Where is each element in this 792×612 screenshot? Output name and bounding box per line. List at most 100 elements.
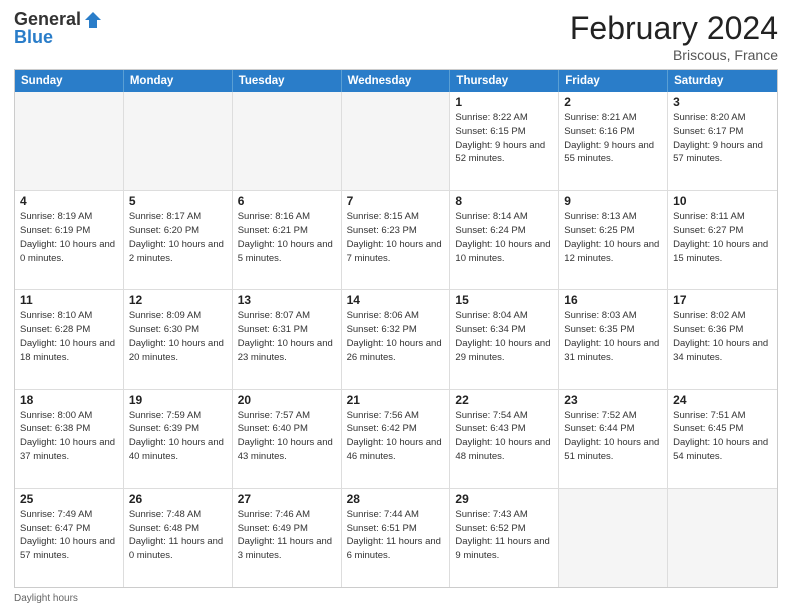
calendar-cell: 26 Sunrise: 7:48 AM Sunset: 6:48 PM Dayli… bbox=[124, 489, 233, 587]
day-info: Sunrise: 7:51 AM Sunset: 6:45 PM Dayligh… bbox=[673, 409, 772, 464]
day-number: 13 bbox=[238, 293, 336, 307]
day-number: 11 bbox=[20, 293, 118, 307]
day-info: Sunrise: 8:15 AM Sunset: 6:23 PM Dayligh… bbox=[347, 210, 445, 265]
day-info: Sunrise: 7:49 AM Sunset: 6:47 PM Dayligh… bbox=[20, 508, 118, 563]
calendar-cell: 5Sunrise: 8:17 AM Sunset: 6:20 PM Daylig… bbox=[124, 191, 233, 289]
day-number: 27 bbox=[238, 492, 336, 506]
calendar-cell: 23 Sunrise: 7:52 AM Sunset: 6:44 PM Dayli… bbox=[559, 390, 668, 488]
day-number: 12 bbox=[129, 293, 227, 307]
calendar-cell: 2Sunrise: 8:21 AM Sunset: 6:16 PM Daylig… bbox=[559, 92, 668, 190]
day-info: Sunrise: 8:10 AM Sunset: 6:28 PM Dayligh… bbox=[20, 309, 118, 364]
calendar-cell bbox=[233, 92, 342, 190]
day-number: 2 bbox=[564, 95, 662, 109]
day-info: Sunrise: 7:56 AM Sunset: 6:42 PM Dayligh… bbox=[347, 409, 445, 464]
day-number: 10 bbox=[673, 194, 772, 208]
calendar-cell: 16 Sunrise: 8:03 AM Sunset: 6:35 PM Dayli… bbox=[559, 290, 668, 388]
calendar-cell: 20 Sunrise: 7:57 AM Sunset: 6:40 PM Dayli… bbox=[233, 390, 342, 488]
calendar-cell bbox=[124, 92, 233, 190]
day-info: Sunrise: 8:13 AM Sunset: 6:25 PM Dayligh… bbox=[564, 210, 662, 265]
day-info: Sunrise: 7:46 AM Sunset: 6:49 PM Dayligh… bbox=[238, 508, 336, 563]
day-number: 15 bbox=[455, 293, 553, 307]
title-location: Briscous, France bbox=[570, 47, 778, 63]
calendar-row: 25 Sunrise: 7:49 AM Sunset: 6:47 PM Dayli… bbox=[15, 488, 777, 587]
calendar-cell: 19Sunrise: 7:59 AM Sunset: 6:39 PM Dayli… bbox=[124, 390, 233, 488]
calendar-row: 1 Sunrise: 8:22 AM Sunset: 6:15 PM Daylig… bbox=[15, 92, 777, 190]
calendar-cell: 3Sunrise: 8:20 AM Sunset: 6:17 PM Daylig… bbox=[668, 92, 777, 190]
logo-blue: Blue bbox=[14, 28, 103, 48]
day-info: Sunrise: 8:07 AM Sunset: 6:31 PM Dayligh… bbox=[238, 309, 336, 364]
day-info: Sunrise: 7:44 AM Sunset: 6:51 PM Dayligh… bbox=[347, 508, 445, 563]
day-number: 20 bbox=[238, 393, 336, 407]
day-info: Sunrise: 7:57 AM Sunset: 6:40 PM Dayligh… bbox=[238, 409, 336, 464]
calendar-row: 18 Sunrise: 8:00 AM Sunset: 6:38 PM Dayli… bbox=[15, 389, 777, 488]
day-info: Sunrise: 8:16 AM Sunset: 6:21 PM Dayligh… bbox=[238, 210, 336, 265]
title-block: February 2024 Briscous, France bbox=[570, 10, 778, 63]
calendar-cell: 7 Sunrise: 8:15 AM Sunset: 6:23 PM Daylig… bbox=[342, 191, 451, 289]
day-number: 25 bbox=[20, 492, 118, 506]
day-number: 21 bbox=[347, 393, 445, 407]
calendar-cell: 4 Sunrise: 8:19 AM Sunset: 6:19 PM Daylig… bbox=[15, 191, 124, 289]
calendar-cell bbox=[668, 489, 777, 587]
day-number: 29 bbox=[455, 492, 553, 506]
day-number: 16 bbox=[564, 293, 662, 307]
calendar-header-cell: Wednesday bbox=[342, 70, 451, 92]
footer: Daylight hours bbox=[14, 593, 778, 604]
calendar-cell: 25 Sunrise: 7:49 AM Sunset: 6:47 PM Dayli… bbox=[15, 489, 124, 587]
day-number: 23 bbox=[564, 393, 662, 407]
calendar-cell: 8 Sunrise: 8:14 AM Sunset: 6:24 PM Daylig… bbox=[450, 191, 559, 289]
day-number: 9 bbox=[564, 194, 662, 208]
day-info: Sunrise: 8:04 AM Sunset: 6:34 PM Dayligh… bbox=[455, 309, 553, 364]
day-number: 22 bbox=[455, 393, 553, 407]
day-info: Sunrise: 8:11 AM Sunset: 6:27 PM Dayligh… bbox=[673, 210, 772, 265]
day-number: 26 bbox=[129, 492, 227, 506]
day-info: Sunrise: 7:43 AM Sunset: 6:52 PM Dayligh… bbox=[455, 508, 553, 563]
day-number: 14 bbox=[347, 293, 445, 307]
calendar-cell: 11 Sunrise: 8:10 AM Sunset: 6:28 PM Dayli… bbox=[15, 290, 124, 388]
day-number: 8 bbox=[455, 194, 553, 208]
calendar-cell: 12 Sunrise: 8:09 AM Sunset: 6:30 PM Dayli… bbox=[124, 290, 233, 388]
logo: General Blue bbox=[14, 10, 103, 48]
calendar-cell: 21 Sunrise: 7:56 AM Sunset: 6:42 PM Dayli… bbox=[342, 390, 451, 488]
logo-icon bbox=[83, 10, 103, 30]
day-number: 4 bbox=[20, 194, 118, 208]
calendar-cell: 24Sunrise: 7:51 AM Sunset: 6:45 PM Dayli… bbox=[668, 390, 777, 488]
calendar-row: 4 Sunrise: 8:19 AM Sunset: 6:19 PM Daylig… bbox=[15, 190, 777, 289]
day-info: Sunrise: 7:48 AM Sunset: 6:48 PM Dayligh… bbox=[129, 508, 227, 563]
calendar: SundayMondayTuesdayWednesdayThursdayFrid… bbox=[14, 69, 778, 588]
calendar-cell: 13 Sunrise: 8:07 AM Sunset: 6:31 PM Dayli… bbox=[233, 290, 342, 388]
day-info: Sunrise: 8:02 AM Sunset: 6:36 PM Dayligh… bbox=[673, 309, 772, 364]
calendar-header-cell: Sunday bbox=[15, 70, 124, 92]
header: General Blue February 2024 Briscous, Fra… bbox=[14, 10, 778, 63]
day-number: 6 bbox=[238, 194, 336, 208]
calendar-cell: 1 Sunrise: 8:22 AM Sunset: 6:15 PM Daylig… bbox=[450, 92, 559, 190]
day-info: Sunrise: 8:06 AM Sunset: 6:32 PM Dayligh… bbox=[347, 309, 445, 364]
daylight-label: Daylight hours bbox=[14, 593, 78, 604]
calendar-cell: 6 Sunrise: 8:16 AM Sunset: 6:21 PM Daylig… bbox=[233, 191, 342, 289]
day-info: Sunrise: 8:14 AM Sunset: 6:24 PM Dayligh… bbox=[455, 210, 553, 265]
day-info: Sunrise: 8:20 AM Sunset: 6:17 PM Dayligh… bbox=[673, 111, 772, 166]
day-number: 19 bbox=[129, 393, 227, 407]
calendar-row: 11 Sunrise: 8:10 AM Sunset: 6:28 PM Dayli… bbox=[15, 289, 777, 388]
day-info: Sunrise: 8:19 AM Sunset: 6:19 PM Dayligh… bbox=[20, 210, 118, 265]
calendar-cell: 22 Sunrise: 7:54 AM Sunset: 6:43 PM Dayli… bbox=[450, 390, 559, 488]
calendar-header-cell: Monday bbox=[124, 70, 233, 92]
day-info: Sunrise: 8:22 AM Sunset: 6:15 PM Dayligh… bbox=[455, 111, 553, 166]
calendar-cell: 29 Sunrise: 7:43 AM Sunset: 6:52 PM Dayli… bbox=[450, 489, 559, 587]
day-info: Sunrise: 8:00 AM Sunset: 6:38 PM Dayligh… bbox=[20, 409, 118, 464]
day-number: 28 bbox=[347, 492, 445, 506]
calendar-header-cell: Tuesday bbox=[233, 70, 342, 92]
calendar-header-cell: Saturday bbox=[668, 70, 777, 92]
day-number: 17 bbox=[673, 293, 772, 307]
day-info: Sunrise: 7:52 AM Sunset: 6:44 PM Dayligh… bbox=[564, 409, 662, 464]
day-info: Sunrise: 8:17 AM Sunset: 6:20 PM Dayligh… bbox=[129, 210, 227, 265]
day-info: Sunrise: 8:03 AM Sunset: 6:35 PM Dayligh… bbox=[564, 309, 662, 364]
day-number: 18 bbox=[20, 393, 118, 407]
day-number: 1 bbox=[455, 95, 553, 109]
calendar-body: 1 Sunrise: 8:22 AM Sunset: 6:15 PM Daylig… bbox=[15, 92, 777, 587]
day-info: Sunrise: 8:09 AM Sunset: 6:30 PM Dayligh… bbox=[129, 309, 227, 364]
calendar-cell: 28 Sunrise: 7:44 AM Sunset: 6:51 PM Dayli… bbox=[342, 489, 451, 587]
calendar-cell: 27 Sunrise: 7:46 AM Sunset: 6:49 PM Dayli… bbox=[233, 489, 342, 587]
day-info: Sunrise: 7:54 AM Sunset: 6:43 PM Dayligh… bbox=[455, 409, 553, 464]
day-number: 7 bbox=[347, 194, 445, 208]
calendar-header: SundayMondayTuesdayWednesdayThursdayFrid… bbox=[15, 70, 777, 92]
